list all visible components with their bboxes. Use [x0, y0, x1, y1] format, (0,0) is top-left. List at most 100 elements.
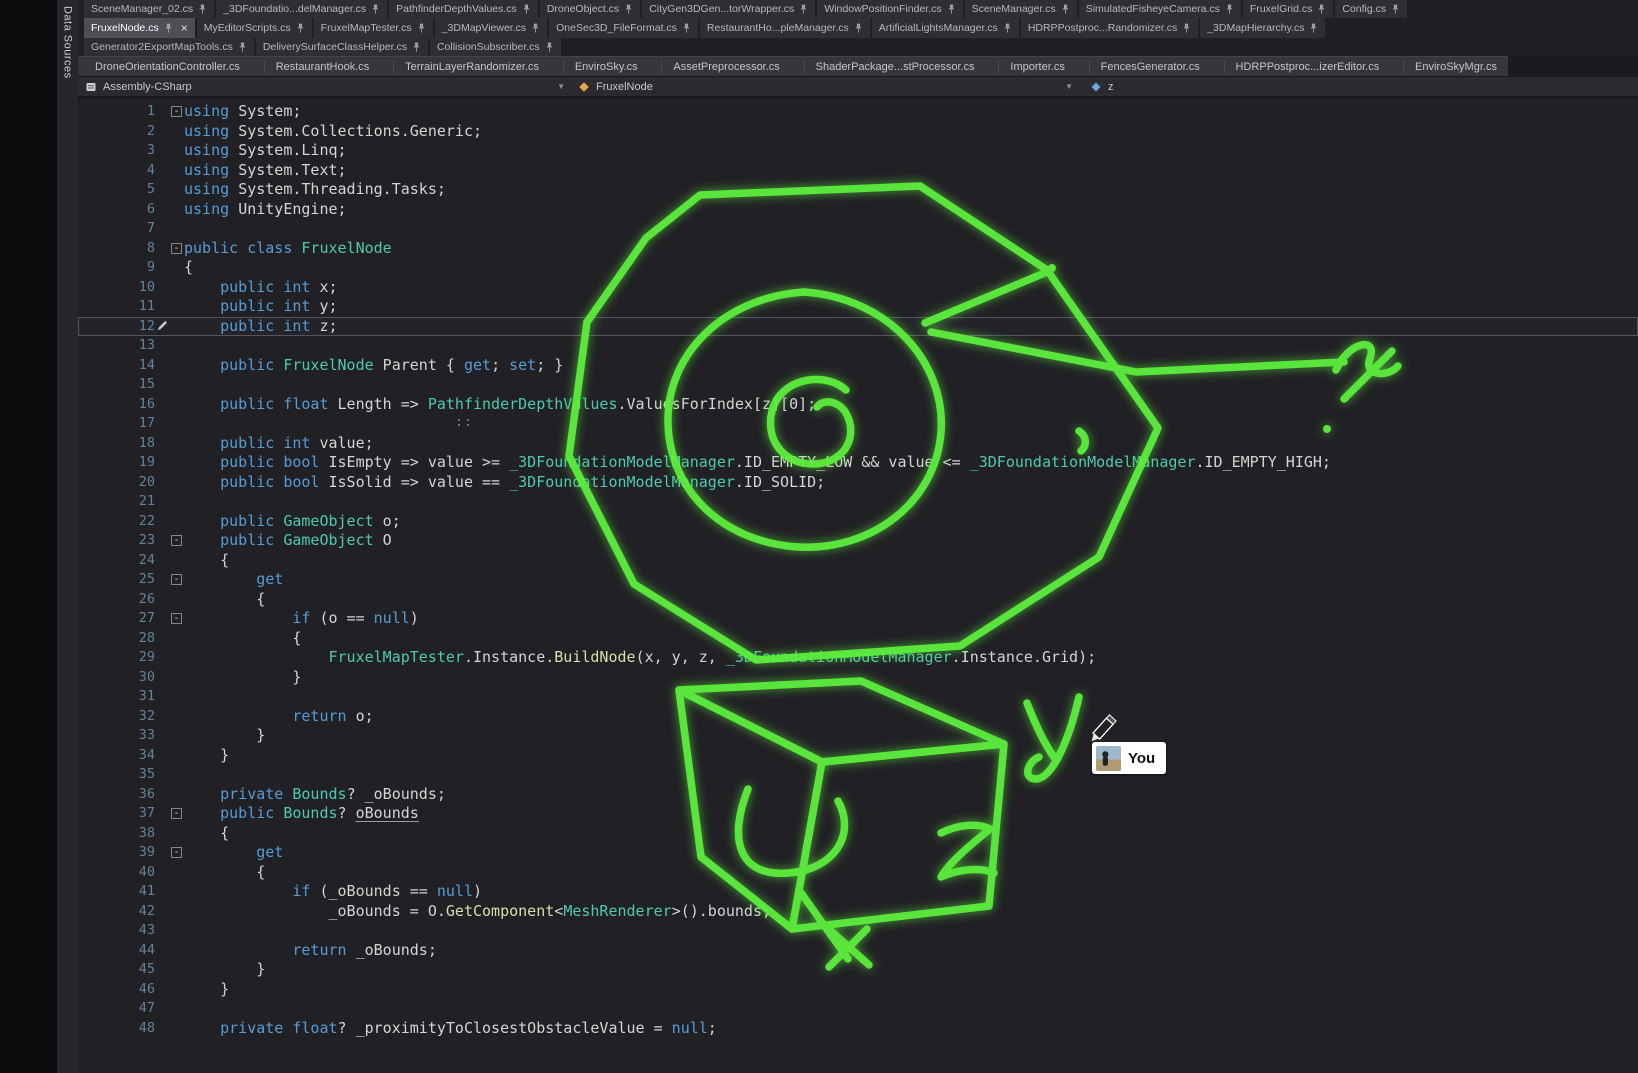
fold-gutter[interactable]: - [170, 102, 184, 122]
code-text: { [184, 590, 265, 610]
code-line-40: 40 { [78, 863, 1638, 883]
type-dropdown[interactable]: FruxelNode ▼ [570, 81, 1078, 93]
line-number: 36 [78, 785, 155, 805]
fold-gutter [170, 395, 184, 415]
tab-scenemanager-02-cs[interactable]: SceneManager_02.cs [84, 0, 214, 18]
code-line-19: 19 public bool IsEmpty => value >= _3DFo… [78, 453, 1638, 473]
line-number: 1 [78, 102, 155, 122]
tab-windowpositionfinder-cs[interactable]: WindowPositionFinder.cs [817, 0, 962, 18]
fold-gutter [170, 551, 184, 571]
tab-label: PathfinderDepthValues.cs [396, 3, 517, 15]
fold-collapse-icon: - [171, 535, 182, 546]
tab-artificiallightsmanager-cs[interactable]: ArtificialLightsManager.cs [872, 18, 1019, 38]
fold-gutter [170, 902, 184, 922]
tab-config-cs[interactable]: Config.cs [1335, 0, 1407, 18]
fold-collapse-icon: - [171, 847, 182, 858]
tab-fruxelgrid-cs[interactable]: FruxelGrid.cs [1243, 0, 1333, 18]
code-text: } [184, 668, 301, 688]
pin-icon [531, 23, 540, 34]
vs-window: Data Sources SceneManager_02.cs_3DFounda… [0, 0, 1638, 1073]
line-number: 26 [78, 590, 155, 610]
code-line-48: 48 private float? _proximityToClosestObs… [78, 1019, 1638, 1039]
chevron-down-icon[interactable]: ▼ [1065, 82, 1078, 91]
fold-gutter [170, 863, 184, 883]
line-number: 4 [78, 161, 155, 181]
tab-deliverysurfaceclasshelper-cs[interactable]: DeliverySurfaceClassHelper.cs [256, 38, 428, 56]
code-text: public Bounds? oBounds [184, 804, 419, 824]
code-line-33: 33 } [78, 726, 1638, 746]
tab-3dfoundatio-delmanager-cs[interactable]: _3DFoundatio...delManager.cs [216, 0, 387, 18]
chevron-down-icon[interactable]: ▼ [557, 82, 570, 91]
tab-simulatedfisheyecamera-cs[interactable]: SimulatedFisheyeCamera.cs [1079, 0, 1241, 18]
tab-3dmaphierarchy-cs[interactable]: _3DMapHierarchy.cs [1200, 18, 1325, 38]
doc-tab-terrainlayerrandomizer-cs[interactable]: TerrainLayerRandomizer.cs [393, 61, 550, 73]
code-text: if (o == null) [184, 609, 419, 629]
code-text: private Bounds? _oBounds; [184, 785, 446, 805]
tab-scenemanager-cs[interactable]: SceneManager.cs [965, 0, 1077, 18]
pin-icon [417, 23, 426, 34]
tab-label: DroneObject.cs [547, 3, 619, 15]
line-number: 47 [78, 999, 155, 1019]
doc-tab-importer-cs[interactable]: Importer.cs [998, 61, 1075, 73]
member-dropdown[interactable]: z [1078, 81, 1114, 93]
line-number: 37 [78, 804, 155, 824]
tab-label: Generator2ExportMapTools.cs [91, 41, 233, 53]
code-editor[interactable]: 1-using System;2using System.Collections… [78, 99, 1638, 1073]
tab-pathfinderdepthvalues-cs[interactable]: PathfinderDepthValues.cs [389, 0, 538, 18]
fold-gutter[interactable]: - [170, 239, 184, 259]
tab-generator2exportmaptools-cs[interactable]: Generator2ExportMapTools.cs [84, 38, 254, 56]
doc-tab-fencesgenerator-cs[interactable]: FencesGenerator.cs [1089, 61, 1211, 73]
tab-collisionsubscriber-cs[interactable]: CollisionSubscriber.cs [430, 38, 561, 56]
code-text: { [184, 258, 193, 278]
fold-gutter[interactable]: - [170, 531, 184, 551]
pin-icon [1391, 4, 1400, 15]
fold-gutter[interactable]: - [170, 804, 184, 824]
data-sources-tab[interactable]: Data Sources [62, 6, 74, 79]
pin-icon [412, 42, 421, 53]
fold-gutter [170, 200, 184, 220]
line-number: 19 [78, 453, 155, 473]
tab-myeditorscripts-cs[interactable]: MyEditorScripts.cs [197, 18, 312, 38]
line-number: 12 [78, 317, 155, 337]
fold-gutter [170, 590, 184, 610]
fold-gutter [170, 707, 184, 727]
fold-gutter [170, 746, 184, 766]
doc-tab-shaderpackage-stprocessor-cs[interactable]: ShaderPackage...stProcessor.cs [804, 61, 986, 73]
fold-gutter[interactable]: - [170, 609, 184, 629]
project-dropdown[interactable]: Assembly-CSharp ▼ [78, 81, 570, 93]
tab-3dmapviewer-cs[interactable]: _3DMapViewer.cs [435, 18, 547, 38]
code-text: public int y; [184, 297, 338, 317]
line-number: 43 [78, 921, 155, 941]
doc-tab-enviroskymgr-cs[interactable]: EnviroSkyMgr.cs [1403, 61, 1508, 73]
doc-tab-hdrppostproc-izereditor-cs[interactable]: HDRPPostproc...izerEditor.cs [1224, 61, 1391, 73]
tab-onesec3d-fileformat-cs[interactable]: OneSec3D_FileFormat.cs [549, 18, 698, 38]
doc-tab-droneorientationcontroller-cs[interactable]: DroneOrientationController.cs [84, 61, 251, 73]
tab-droneobject-cs[interactable]: DroneObject.cs [540, 0, 640, 18]
presenter-avatar [1096, 746, 1121, 771]
fold-gutter[interactable]: - [170, 570, 184, 590]
doc-tab-envirosky-cs[interactable]: EnviroSky.cs [563, 61, 649, 73]
tab-restaurantho-plemanager-cs[interactable]: RestaurantHo...pleManager.cs [700, 18, 870, 38]
tab-fruxelnode-cs[interactable]: FruxelNode.cs× [84, 18, 195, 38]
code-line-4: 4using System.Text; [78, 161, 1638, 181]
fold-gutter [170, 941, 184, 961]
doc-tab-restauranthook-cs[interactable]: RestaurantHook.cs [264, 61, 381, 73]
close-icon[interactable]: × [181, 22, 188, 34]
modified-marker [155, 921, 170, 941]
code-text: } [184, 960, 265, 980]
code-line-32: 32 return o; [78, 707, 1638, 727]
line-number: 38 [78, 824, 155, 844]
fold-gutter [170, 687, 184, 707]
code-text: { [184, 824, 229, 844]
line-number: 27 [78, 609, 155, 629]
code-line-31: 31 [78, 687, 1638, 707]
tab-citygen3dgen-torwrapper-cs[interactable]: CityGen3DGen...torWrapper.cs [642, 0, 815, 18]
tab-label: ArtificialLightsManager.cs [879, 22, 998, 34]
tab-hdrppostproc-randomizer-cs[interactable]: HDRPPostproc...Randomizer.cs [1021, 18, 1198, 38]
doc-tab-assetpreprocessor-cs[interactable]: AssetPreprocessor.cs [661, 61, 790, 73]
modified-marker [155, 141, 170, 161]
code-text: public int x; [184, 278, 338, 298]
tab-fruxelmaptester-cs[interactable]: FruxelMapTester.cs [314, 18, 433, 38]
fold-collapse-icon: - [171, 613, 182, 624]
fold-gutter[interactable]: - [170, 843, 184, 863]
